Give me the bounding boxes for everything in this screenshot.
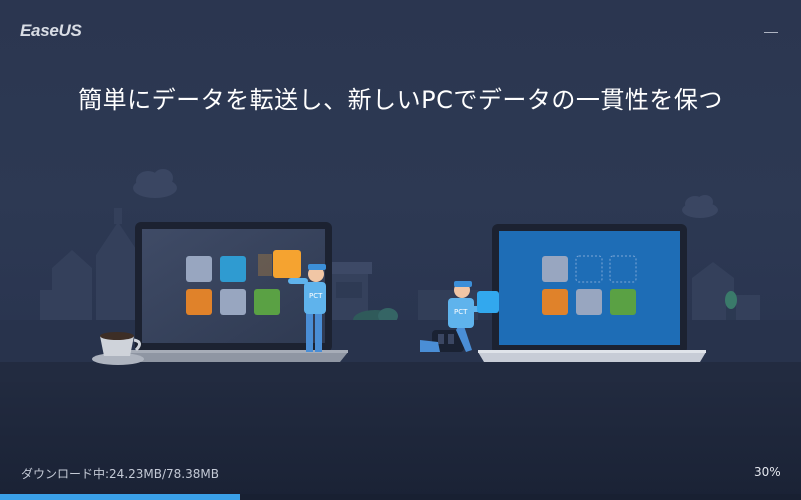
mascot-badge-running: PCT xyxy=(454,308,468,316)
progress-bar-fill xyxy=(0,494,241,500)
page-title: 簡単にデータを転送し、新しいPCでデータの一貫性を保つ xyxy=(78,86,723,114)
progress-bar xyxy=(0,494,801,500)
transferring-file-icon xyxy=(477,291,499,313)
ground-shadow xyxy=(0,362,801,382)
plant xyxy=(725,291,737,320)
moving-file-icon xyxy=(273,250,301,278)
installer-window: EaseUS PCT PCT 簡単にデータを転送し、新しいPCでデータの一貫性を… xyxy=(0,0,801,500)
illustration: PCT PCT xyxy=(0,169,801,382)
city-silhouette-left xyxy=(40,208,140,328)
progress-percent: 30% xyxy=(754,465,781,479)
mascot-badge: PCT xyxy=(309,292,323,300)
download-status: ダウンロード中:24.23MB/78.38MB xyxy=(21,467,219,481)
cloud-icon xyxy=(133,169,718,218)
